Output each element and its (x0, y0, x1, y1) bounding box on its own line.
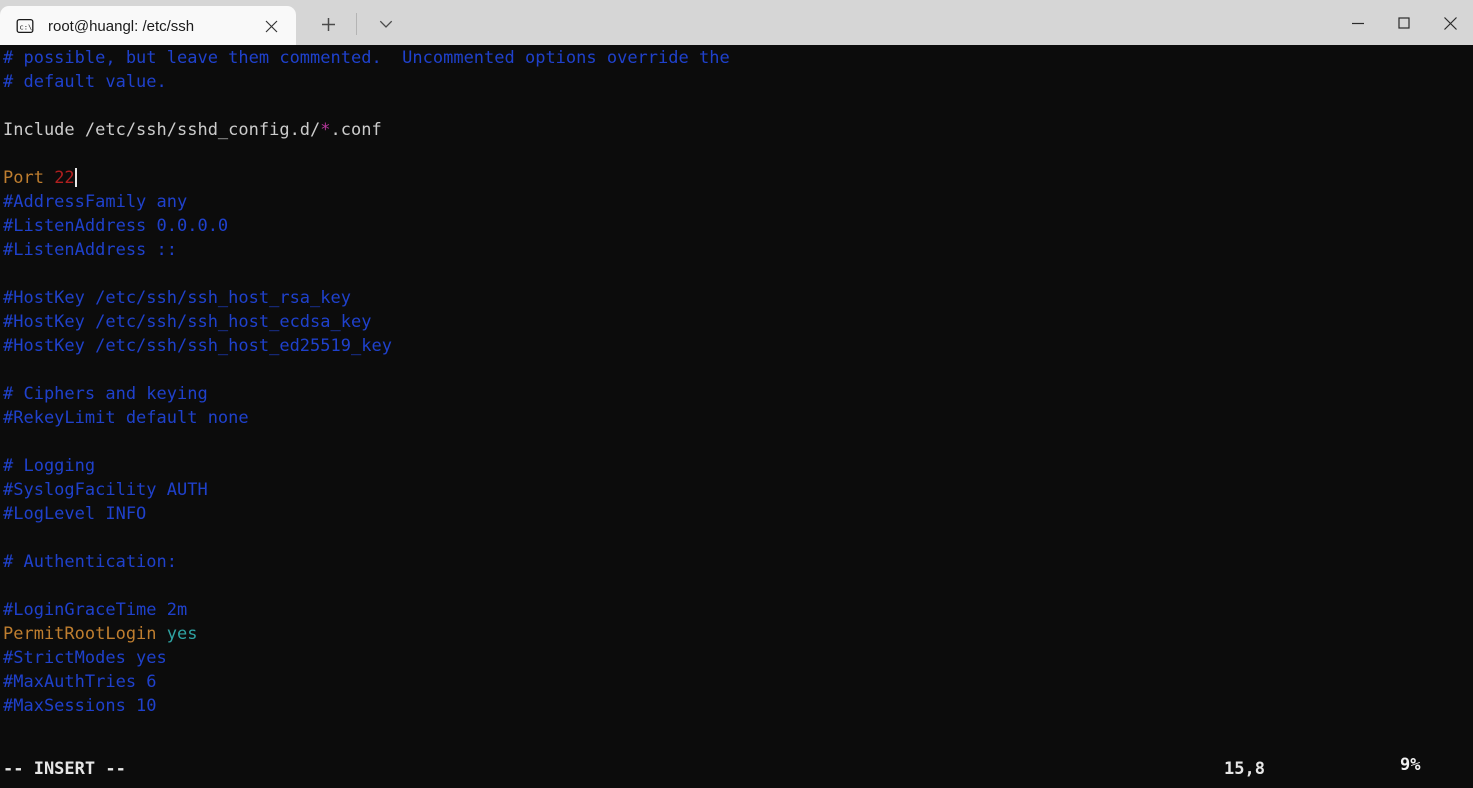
window-controls (1335, 0, 1473, 46)
terminal-line: PermitRootLogin yes (3, 622, 1473, 646)
terminal-text-span: 22 (54, 168, 75, 188)
chevron-down-icon[interactable] (368, 7, 404, 41)
maximize-button[interactable] (1381, 0, 1427, 46)
vim-cursor-position: 15,8 (1224, 759, 1265, 779)
vim-scroll-percent: 9% (1400, 755, 1421, 775)
tab-title: root@huangl: /etc/ssh (48, 17, 195, 35)
window-titlebar: c:\ root@huangl: /etc/ssh (0, 0, 1473, 47)
terminal-text-span: yes (166, 624, 198, 644)
terminal-text-span: # possible, but leave them commented. Un… (3, 48, 730, 68)
terminal-text-span: * (320, 120, 331, 140)
terminal-line: #MaxSessions 10 (3, 694, 1473, 718)
tabbar-separator (356, 13, 357, 35)
terminal-line: # possible, but leave them commented. Un… (3, 46, 1473, 70)
terminal-line: #SyslogFacility AUTH (3, 478, 1473, 502)
terminal-viewport[interactable]: # possible, but leave them commented. Un… (0, 46, 1473, 788)
terminal-text-span: Port (3, 168, 55, 188)
vim-status-line: -- INSERT -- 15,8 9% (0, 754, 1473, 788)
terminal-text-span: #MaxAuthTries 6 (3, 672, 157, 692)
terminal-line: #LogLevel INFO (3, 502, 1473, 526)
tab-close-icon[interactable] (256, 11, 286, 41)
terminal-text-span: # Authentication: (3, 552, 177, 572)
terminal-text-span: #ListenAddress :: (3, 240, 177, 260)
terminal-line: # Authentication: (3, 550, 1473, 574)
terminal-line: #HostKey /etc/ssh/ssh_host_ed25519_key (3, 334, 1473, 358)
terminal-text-span: .conf (330, 120, 382, 140)
command-prompt-icon: c:\ (16, 17, 34, 35)
terminal-text-span: #HostKey /etc/ssh/ssh_host_ecdsa_key (3, 312, 372, 332)
terminal-text-span: # default value. (3, 72, 167, 92)
terminal-line: Port 22 (3, 166, 1473, 190)
terminal-line: #HostKey /etc/ssh/ssh_host_ecdsa_key (3, 310, 1473, 334)
terminal-text-span: #RekeyLimit default none (3, 408, 249, 428)
terminal-line: #HostKey /etc/ssh/ssh_host_rsa_key (3, 286, 1473, 310)
vim-editor-buffer[interactable]: # possible, but leave them commented. Un… (3, 46, 1473, 718)
terminal-line: # Ciphers and keying (3, 382, 1473, 406)
terminal-text-span: # Ciphers and keying (3, 384, 208, 404)
terminal-line: #LoginGraceTime 2m (3, 598, 1473, 622)
tab-strip: c:\ root@huangl: /etc/ssh (0, 0, 404, 46)
terminal-text-span: #HostKey /etc/ssh/ssh_host_rsa_key (3, 288, 351, 308)
terminal-line: #MaxAuthTries 6 (3, 670, 1473, 694)
terminal-text-span: # Logging (3, 456, 96, 476)
terminal-line: #RekeyLimit default none (3, 406, 1473, 430)
vim-mode-indicator: -- INSERT -- (3, 759, 126, 779)
terminal-text-span: #MaxSessions 10 (3, 696, 157, 716)
terminal-text-span: #SyslogFacility AUTH (3, 480, 208, 500)
terminal-text-span: #LogLevel INFO (3, 504, 147, 524)
terminal-line: # default value. (3, 70, 1473, 94)
terminal-line: #AddressFamily any (3, 190, 1473, 214)
terminal-line: Include /etc/ssh/sshd_config.d/*.conf (3, 118, 1473, 142)
text-cursor (74, 168, 77, 187)
terminal-text-span: #LoginGraceTime 2m (3, 600, 188, 620)
terminal-text-span: #HostKey /etc/ssh/ssh_host_ed25519_key (3, 336, 392, 356)
close-button[interactable] (1427, 0, 1473, 46)
terminal-line: #ListenAddress 0.0.0.0 (3, 214, 1473, 238)
terminal-line: # Logging (3, 454, 1473, 478)
terminal-tab[interactable]: c:\ root@huangl: /etc/ssh (0, 6, 296, 46)
terminal-text-span: PermitRootLogin (3, 624, 167, 644)
terminal-text-span: #ListenAddress 0.0.0.0 (3, 216, 229, 236)
minimize-button[interactable] (1335, 0, 1381, 46)
svg-text:c:\: c:\ (19, 22, 32, 31)
terminal-text-span: Include /etc/ssh/sshd_config.d/ (3, 120, 321, 140)
terminal-line: #ListenAddress :: (3, 238, 1473, 262)
terminal-text-span: #StrictModes yes (3, 648, 167, 668)
terminal-line: #StrictModes yes (3, 646, 1473, 670)
terminal-text-span: #AddressFamily any (3, 192, 188, 212)
new-tab-button[interactable] (310, 7, 346, 41)
